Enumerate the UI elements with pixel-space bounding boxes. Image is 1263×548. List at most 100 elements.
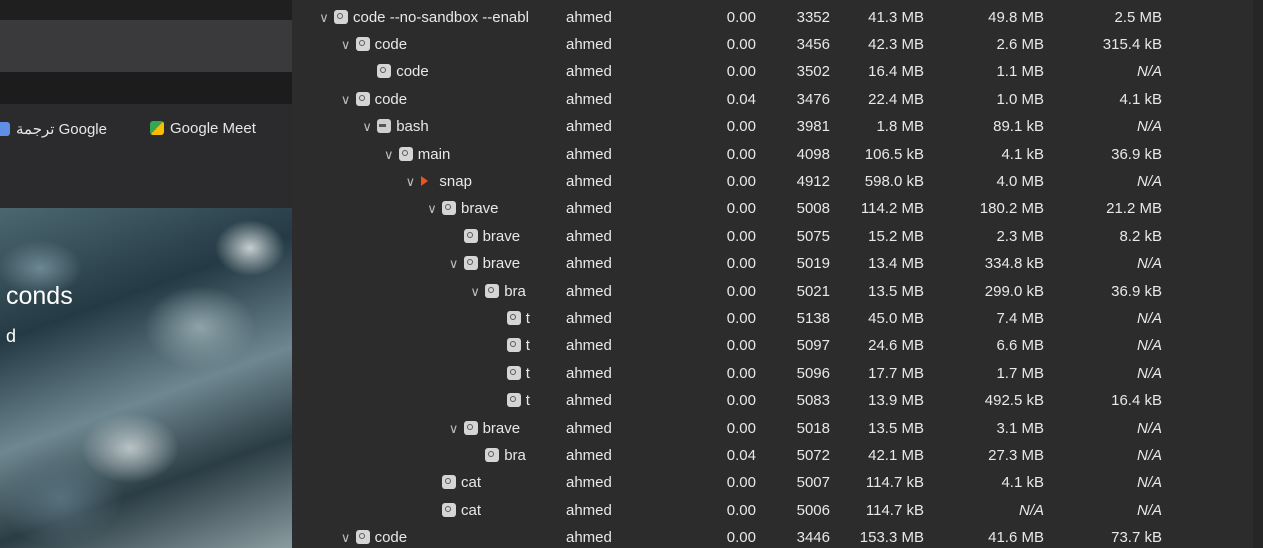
chevron-down-icon[interactable]: ∨: [359, 113, 375, 140]
chevron-down-icon[interactable]: ∨: [467, 278, 483, 305]
chevron-down-icon[interactable]: ∨: [402, 168, 418, 195]
process-icon: [485, 283, 500, 298]
process-icon: [506, 365, 521, 380]
scrollbar[interactable]: [1253, 0, 1263, 548]
chevron-down-icon[interactable]: ∨: [381, 141, 397, 168]
process-name: code: [374, 90, 408, 108]
disk-write-cell: N/A: [1136, 63, 1162, 81]
process-name: code --no-sandbox --enabl: [353, 8, 529, 26]
chevron-down-icon[interactable]: ∨: [316, 4, 332, 31]
cpu-cell: 0.00: [726, 392, 756, 410]
memory-cell: 22.4 MB: [868, 90, 924, 108]
bookmark-google-meet[interactable]: Google Meet: [150, 120, 256, 137]
table-row[interactable]: bra ahmed 0.04 5072 42.1 MB 27.3 MB N/A: [292, 442, 1253, 469]
table-row[interactable]: ∨ brave ahmed 0.00 5019 13.4 MB 334.8 kB N/A: [292, 250, 1253, 277]
pid-cell: 5021: [796, 282, 830, 300]
chevron-down-icon[interactable]: ∨: [446, 250, 462, 277]
chevron-down-icon[interactable]: ∨: [424, 195, 440, 222]
table-row[interactable]: ∨ bash ahmed 0.00 3981 1.8 MB 89.1 kB N/A: [292, 113, 1253, 140]
process-name-cell: ∨ bra: [467, 278, 564, 305]
table-row[interactable]: cat ahmed 0.00 5007 114.7 kB 4.1 kB N/A: [292, 469, 1253, 496]
chevron-down-icon[interactable]: ∨: [338, 524, 354, 548]
pid-cell: 5075: [796, 227, 830, 245]
process-name: code: [396, 63, 429, 81]
process-name-cell: ∨ code: [338, 86, 564, 113]
cpu-cell: 0.00: [726, 474, 756, 492]
chevron-down-icon[interactable]: ∨: [338, 86, 354, 113]
cpu-cell: 0.00: [726, 309, 756, 327]
table-row[interactable]: ∨ brave ahmed 0.00 5008 114.2 MB 180.2 MB 21.2 …: [292, 195, 1253, 222]
pid-cell: 3981: [796, 118, 830, 136]
table-row[interactable]: ∨ code --no-sandbox --enabl ahmed 0.00 3352 4…: [292, 4, 1253, 31]
disk-write-cell: N/A: [1136, 474, 1162, 492]
table-row[interactable]: code ahmed 0.00 3502 16.4 MB 1.1 MB N/A: [292, 58, 1253, 85]
disk-write-cell: N/A: [1136, 501, 1162, 519]
table-row[interactable]: t ahmed 0.00 5083 13.9 MB 492.5 kB 16.4 kB: [292, 387, 1253, 414]
table-row[interactable]: ∨ code ahmed 0.04 3476 22.4 MB 1.0 MB 4.1 kB: [292, 86, 1253, 113]
table-row[interactable]: ∨ main ahmed 0.00 4098 106.5 kB 4.1 kB 36.9 kB: [292, 141, 1253, 168]
process-name-cell: ∨ snap: [402, 168, 564, 195]
disk-read-cell: 3.1 MB: [996, 419, 1044, 437]
disk-write-cell: 4.1 kB: [1119, 90, 1162, 108]
process-icon: [506, 393, 521, 408]
table-row[interactable]: ∨ bra ahmed 0.00 5021 13.5 MB 299.0 kB 36.9 kB: [292, 278, 1253, 305]
table-row[interactable]: t ahmed 0.00 5096 17.7 MB 1.7 MB N/A: [292, 360, 1253, 387]
table-row[interactable]: ∨ code ahmed 0.00 3446 153.3 MB 41.6 MB 73.7 kB: [292, 524, 1253, 548]
bookmark-google-translate[interactable]: ترجمة Google: [0, 120, 107, 138]
disk-read-cell: 4.0 MB: [996, 172, 1044, 190]
process-name-cell: ∨ main: [381, 141, 564, 168]
process-user: ahmed: [566, 501, 612, 519]
process-user: ahmed: [566, 8, 612, 26]
disk-read-cell: 7.4 MB: [996, 309, 1044, 327]
disk-read-cell: 49.8 MB: [988, 8, 1044, 26]
process-user: ahmed: [566, 200, 612, 218]
memory-cell: 153.3 MB: [859, 529, 924, 547]
table-row[interactable]: cat ahmed 0.00 5006 114.7 kB N/A N/A: [292, 497, 1253, 524]
terminal-icon: [377, 119, 392, 134]
table-row[interactable]: t ahmed 0.00 5097 24.6 MB 6.6 MB N/A: [292, 332, 1253, 359]
process-name-cell: t: [489, 332, 564, 359]
disk-write-cell: N/A: [1136, 118, 1162, 136]
process-icon: [442, 502, 456, 517]
process-icon: [377, 64, 392, 79]
chevron-down-icon[interactable]: ∨: [338, 31, 354, 58]
process-name: cat: [461, 501, 482, 519]
process-user: ahmed: [566, 309, 612, 327]
cpu-cell: 0.00: [726, 227, 756, 245]
chevron-down-icon[interactable]: ∨: [446, 415, 462, 442]
disk-read-cell: 6.6 MB: [996, 337, 1044, 355]
disk-write-cell: 73.7 kB: [1111, 529, 1162, 547]
process-icon: [463, 420, 478, 435]
disk-read-cell: 180.2 MB: [979, 200, 1044, 218]
memory-cell: 15.2 MB: [868, 227, 924, 245]
process-name-cell: ∨ code: [338, 524, 564, 548]
process-user: ahmed: [566, 63, 612, 81]
disk-write-cell: N/A: [1136, 419, 1162, 437]
bookmark-label: ترجمة Google: [16, 121, 107, 138]
process-table: ∨ code --no-sandbox --enabl ahmed 0.00 3352 4…: [292, 0, 1253, 548]
browser-titlebar: [0, 0, 292, 20]
disk-write-cell: 8.2 kB: [1119, 227, 1162, 245]
table-row[interactable]: ∨ code ahmed 0.00 3456 42.3 MB 2.6 MB 315.4 kB: [292, 31, 1253, 58]
disk-read-cell: 41.6 MB: [988, 529, 1044, 547]
pid-cell: 5097: [796, 337, 830, 355]
wallpaper-text: conds: [6, 282, 73, 310]
memory-cell: 13.5 MB: [868, 419, 924, 437]
cpu-cell: 0.00: [726, 337, 756, 355]
process-user: ahmed: [566, 227, 612, 245]
process-name: snap: [439, 172, 472, 190]
table-row[interactable]: ∨ brave ahmed 0.00 5018 13.5 MB 3.1 MB N/A: [292, 415, 1253, 442]
cpu-cell: 0.00: [726, 501, 756, 519]
process-icon: [442, 475, 456, 490]
address-bar[interactable]: [0, 20, 292, 72]
process-name-cell: code: [359, 58, 564, 85]
table-row[interactable]: ∨ snap ahmed 0.00 4912 598.0 kB 4.0 MB N/A: [292, 168, 1253, 195]
browser-window-fragment: ترجمة Google Google Meet conds d: [0, 0, 292, 548]
disk-read-cell: 2.3 MB: [996, 227, 1044, 245]
table-row[interactable]: t ahmed 0.00 5138 45.0 MB 7.4 MB N/A: [292, 305, 1253, 332]
snap-icon: [420, 174, 434, 188]
process-name-cell: brave: [446, 223, 564, 250]
disk-write-cell: 315.4 kB: [1102, 35, 1162, 53]
process-user: ahmed: [566, 419, 612, 437]
table-row[interactable]: brave ahmed 0.00 5075 15.2 MB 2.3 MB 8.2 kB: [292, 223, 1253, 250]
